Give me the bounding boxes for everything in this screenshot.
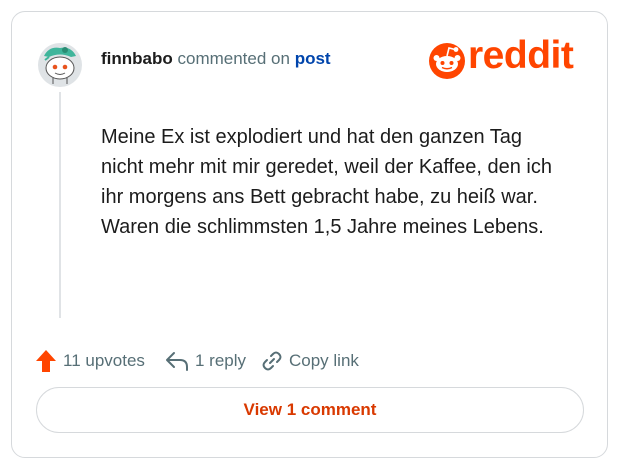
comment-header: finnbabo commented on post <box>101 49 331 69</box>
action-text: commented on <box>177 49 290 68</box>
upvote-button[interactable]: 11 upvotes <box>35 347 145 375</box>
reddit-logo[interactable]: reddit <box>428 34 588 81</box>
reddit-wordmark: reddit <box>468 34 574 77</box>
reply-button[interactable]: 1 reply <box>165 347 246 375</box>
view-comments-button[interactable]: View 1 comment <box>36 387 584 433</box>
reply-arrow-icon <box>166 352 188 371</box>
view-comments-label: View 1 comment <box>243 400 377 419</box>
copy-link-button[interactable]: Copy link <box>261 347 359 375</box>
link-icon <box>262 351 282 371</box>
comment-body: Meine Ex ist explodiert und hat den ganz… <box>101 126 552 238</box>
reddit-logo-icon <box>429 43 465 79</box>
thread-line <box>59 92 61 318</box>
username[interactable]: finnbabo <box>101 49 173 68</box>
copy-link-label: Copy link <box>289 351 359 370</box>
upvote-count: 11 upvotes <box>63 351 145 370</box>
avatar[interactable] <box>35 38 85 88</box>
post-link[interactable]: post <box>295 49 331 68</box>
reply-count: 1 reply <box>195 351 247 370</box>
upvote-arrow-icon <box>36 350 56 372</box>
